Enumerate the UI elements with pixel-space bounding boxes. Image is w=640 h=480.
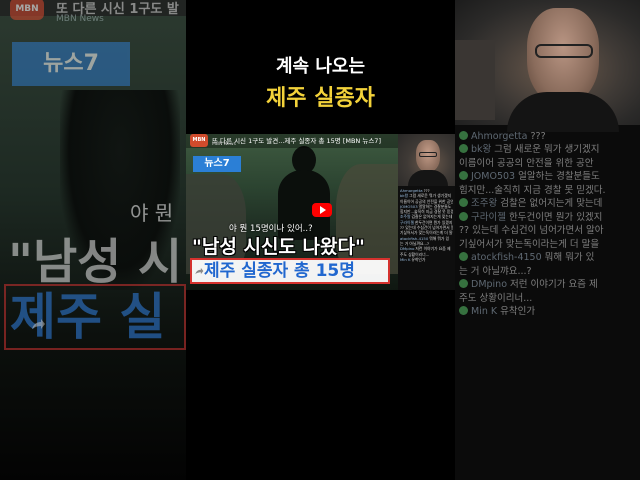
chat-message: bk왕그럼 새로운 뭐가 생기겠지: [459, 143, 639, 156]
chat-username: atockfish-4150: [400, 235, 429, 241]
chat-text: 얼알하는 경찰분들도: [518, 171, 600, 183]
chat-text: 검찰은 없어지는게 맞는데: [500, 198, 603, 210]
chat-message: 조주왕검찰은 없어지는게 맞는데: [459, 197, 639, 210]
chat-text: 한두건이면 뭔가 있겠지: [508, 211, 603, 223]
chat-username: 조주왕: [400, 214, 411, 220]
chat-text: ?? 있는데 수십건이 넘어가면서 알아: [400, 225, 453, 231]
chat-username: 구라이젤: [400, 219, 414, 225]
share-icon[interactable]: [194, 266, 204, 276]
chat-text: ???: [423, 188, 430, 193]
chat-avatar-icon: [459, 171, 468, 181]
chat-text: 이름이어 공공의 안전을 위한 공안: [459, 157, 594, 169]
chat-text: 뭐해 뭐가 있: [429, 235, 450, 241]
chat-text: 저런 이야기가 요즘 제: [510, 279, 598, 291]
chat-text: 이름이어 공공의 안전을 위한 공안: [400, 198, 453, 204]
chat-username: Min K: [471, 306, 498, 318]
chat-username: Ahmorgetta: [400, 188, 423, 193]
chat-text: 한두건이면 뭔가 있겠지: [414, 219, 453, 225]
chat-text: ?? 있는데 수십건이 넘어가면서 알아: [459, 225, 604, 237]
chat-username: bk왕: [471, 144, 492, 156]
caption-blue-box: 제주 실종자 총 15명: [190, 258, 390, 284]
chat-message: 기싶어서가 맞는독이라는게 더 말을: [459, 238, 639, 251]
shorts-frame[interactable]: 계속 나오는 제주 실종자 MBN 또 다른 시신 1구도 발견...제주 실종…: [186, 0, 455, 480]
chat-text: 힘지만...술직히 지금 경찰 못 믿겠다.: [400, 209, 453, 215]
chat-text: 기싶어서가 맞는독이라는게 더 말을: [459, 238, 600, 250]
chat-text: 힘지만...술직히 지금 경찰 못 믿겠다.: [459, 184, 606, 196]
chat-avatar-icon: [459, 211, 468, 221]
chat-username: DMpino: [400, 246, 415, 252]
chat-username: Min K: [400, 256, 411, 262]
chat-avatar-icon: [459, 144, 468, 154]
chat-text: 주도 상황이리너...: [459, 292, 533, 304]
chat-message: 힘지만...술직히 지금 경찰 못 믿겠다.: [459, 184, 639, 197]
chat-avatar-icon: [459, 198, 468, 208]
chat-text: 유착인가: [411, 256, 426, 262]
chat-avatar-icon: [459, 306, 468, 316]
chat-message: 주도 상황이리너...: [459, 292, 639, 305]
background-shelf: [455, 40, 495, 120]
chat-text: 저런 이야기가 요즘 제: [415, 246, 451, 252]
chat-text: ???: [530, 131, 546, 142]
chat-message: atockfish-4150뭐해 뭐가 있: [459, 251, 639, 264]
chat-message: 구라이젤한두건이면 뭔가 있겠지: [459, 211, 639, 224]
news7-badge: 뉴스7: [193, 156, 241, 172]
chat-text: 그럼 새로운 뭐가 생기겠지: [409, 193, 452, 199]
video-headline[interactable]: 또 다른 시신 1구도 발견...제주 실종자 총 15명 [MBN 뉴스7]: [212, 135, 381, 145]
chat-message: Min K유착인가: [400, 257, 453, 262]
chat-avatar-icon: [459, 252, 468, 262]
chat-text: 는 거 아닐꺄요...?: [400, 240, 430, 246]
shorts-title-line1: 계속 나오는: [275, 56, 366, 77]
chat-username: JOMO503: [400, 203, 418, 209]
chat-message: ?? 있는데 수십건이 넘어가면서 알아: [459, 224, 639, 237]
chat-text: 얼알하는 경찰분들도: [418, 203, 452, 209]
background-source: MBN News: [56, 14, 104, 24]
chat-text: 검찰은 없어지는게 맞는데: [411, 214, 453, 220]
chat-text: 그럼 새로운 뭐가 생기겠지: [494, 144, 600, 156]
chat-message: Min K유착인가: [459, 305, 639, 318]
live-chat: Ahmorgetta??? bk왕그럼 새로운 뭐가 생기겠지 이름이어 공공의 안…: [398, 186, 455, 290]
caption-white: "남성 시신도 나왔다": [192, 236, 365, 258]
chat-username: Ahmorgetta: [471, 131, 528, 142]
shorts-title-line2: 제주 실종자: [266, 86, 375, 111]
chat-avatar-icon: [459, 131, 468, 140]
chat-username: JOMO503: [471, 171, 516, 183]
chat-message: 이름이어 공공의 안전을 위한 공안: [459, 157, 639, 170]
chat-username: bk왕: [400, 193, 409, 199]
chat-message: JOMO503얼알하는 경찰분들도: [459, 170, 639, 183]
caption-blue: 제주 실종자 총 15명: [204, 261, 355, 281]
background-news7-badge: 뉴스7: [12, 42, 130, 86]
chat-text: 뭐해 뭐가 있: [544, 252, 595, 264]
chat-text: 기싶어서가 맞는독이라는게 더 말을: [400, 230, 453, 236]
background-right-blur: Ahmorgetta??? bk왕 그럼 새로운 뭐가 생기겠지 이름이어 공공의 안…: [455, 0, 640, 480]
chat-text: 는 거 아닐꺄요...?: [459, 265, 532, 277]
streamer-webcam: [398, 134, 455, 186]
background-mbn-logo: MBN: [10, 0, 44, 20]
video-source: MBN News: [212, 142, 236, 147]
youtube-play-icon[interactable]: [312, 203, 332, 217]
mbn-logo: MBN: [190, 134, 208, 147]
share-icon: [32, 319, 45, 329]
chat-avatar-icon: [459, 279, 468, 289]
chat-text: 주도 상황이리너...: [400, 251, 430, 257]
chat-message: DMpino저런 이야기가 요즘 제: [459, 278, 639, 291]
chat-username: DMpino: [471, 279, 508, 291]
background-glasses: [535, 44, 593, 58]
background-caption-white: "남성 시: [8, 234, 183, 290]
chat-text: 유착인가: [500, 306, 536, 318]
chat-message: 는 거 아닐꺄요...?: [459, 265, 639, 278]
chat-username: 조주왕: [471, 198, 498, 210]
background-left-blur: MBN 또 다른 시신 1구도 발 MBN News 뉴스7 야 뭔 "남성 시…: [0, 0, 186, 480]
embedded-video[interactable]: MBN 또 다른 시신 1구도 발견...제주 실종자 총 15명 [MBN 뉴…: [186, 134, 455, 290]
chat-username: 구라이젤: [471, 211, 506, 223]
chat-message: Ahmorgetta???: [459, 130, 639, 143]
background-chat: Ahmorgetta??? bk왕 그럼 새로운 뭐가 생기겠지 이름이어 공공의 안…: [459, 130, 639, 319]
chat-username: atockfish-4150: [471, 252, 542, 264]
